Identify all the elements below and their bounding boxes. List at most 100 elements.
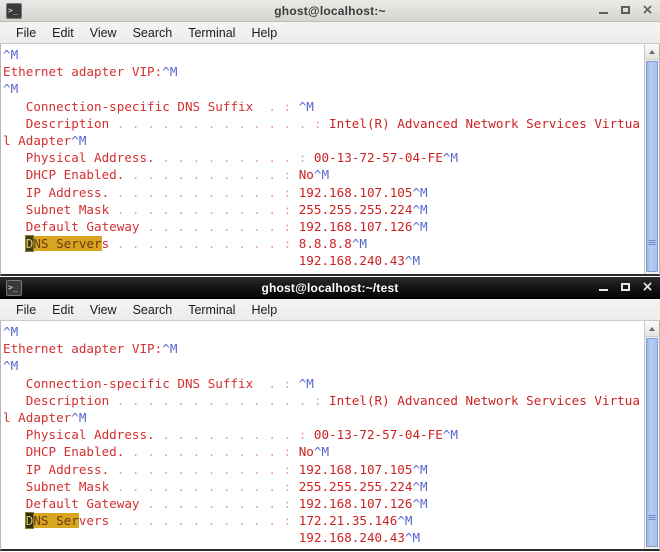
leader-dots: . :: [268, 98, 299, 114]
menubar: File Edit View Search Terminal Help: [0, 22, 660, 44]
terminal-text: Default Gateway: [3, 495, 148, 511]
scrollbar-thumb[interactable]: [646, 61, 658, 272]
terminal-line: Description . . . . . . . . . . . . . : …: [3, 392, 644, 409]
vertical-scrollbar[interactable]: [644, 321, 659, 549]
scroll-up-arrow-icon[interactable]: [645, 44, 659, 60]
field-value: 00-13-72-57-04-FE: [313, 150, 443, 166]
leader-dots: . . . . . . . . . . . . . :: [116, 392, 330, 408]
menu-item-terminal[interactable]: Terminal: [180, 25, 243, 41]
control-char: ^M: [397, 513, 413, 529]
field-value: 255.255.255.224: [298, 201, 413, 217]
close-button[interactable]: ×: [641, 3, 654, 17]
terminal-icon[interactable]: [6, 2, 22, 19]
field-value: No: [298, 167, 314, 183]
terminal-text: Physical Address.: [3, 150, 155, 166]
terminal-text: IP Address.: [3, 184, 110, 200]
terminal-line: DHCP Enabled. . . . . . . . . . . : No^M: [3, 166, 644, 183]
field-value: 192.168.107.126: [298, 495, 413, 511]
terminal-text: Ethernet adapter VIP:: [3, 341, 163, 357]
window-title: ghost@localhost:~/test: [261, 280, 399, 295]
field-value: 192.168.107.105: [298, 184, 413, 200]
field-value: 00-13-72-57-04-FE: [313, 427, 443, 443]
terminal-text: IP Address.: [3, 461, 110, 477]
terminal-line: l Adapter^M: [3, 132, 644, 149]
control-char: ^M: [162, 341, 178, 357]
terminal-line: l Adapter^M: [3, 409, 644, 426]
terminal-line: ^M: [3, 323, 644, 340]
leader-dots: . . . . . . . . . . . :: [116, 201, 299, 217]
close-button[interactable]: ×: [641, 280, 654, 294]
desktop: ghost@localhost:~×FileEditViewSearchTerm…: [0, 0, 660, 552]
menu-item-edit[interactable]: Edit: [44, 302, 82, 318]
terminal-line: Default Gateway . . . . . . . . . : 192.…: [3, 495, 644, 512]
minimize-button[interactable]: [597, 281, 610, 294]
control-char: ^M: [162, 64, 178, 80]
terminal-text: Connection-specific DNS Suffix: [3, 375, 269, 391]
leader-dots: . . . . . . . . . :: [154, 150, 314, 166]
terminal-line: DNS Servers . . . . . . . . . . . : 8.8.…: [3, 235, 644, 253]
terminal-line: Subnet Mask . . . . . . . . . . . : 255.…: [3, 201, 644, 218]
terminal-line: Subnet Mask . . . . . . . . . . . : 255.…: [3, 478, 644, 495]
leader-dots: . :: [268, 375, 299, 391]
control-char: ^M: [412, 478, 428, 494]
terminal-text: Description: [3, 392, 117, 408]
control-char: ^M: [412, 495, 428, 511]
terminal-line: IP Address. . . . . . . . . . . . : 192.…: [3, 184, 644, 201]
menu-item-view[interactable]: View: [82, 302, 125, 318]
control-char: ^M: [412, 201, 428, 217]
control-char: ^M: [298, 98, 314, 114]
control-char: ^M: [404, 253, 421, 269]
leader-dots: . . . . . . . . . . . :: [109, 184, 299, 200]
scrollbar-grip-icon: [648, 515, 656, 520]
control-char: ^M: [412, 184, 428, 200]
maximize-button[interactable]: [619, 281, 632, 294]
terminal-text: Default Gateway: [3, 218, 148, 234]
minimize-button[interactable]: [597, 4, 610, 17]
titlebar[interactable]: ghost@localhost:~ ×: [0, 0, 660, 22]
terminal-text: Subnet Mask: [3, 201, 117, 217]
terminal-body: ^M Ethernet adapter VIP:^M ^M Connection-s…: [0, 44, 660, 276]
terminal-body: ^M Ethernet adapter VIP:^M ^M Connection-s…: [0, 321, 660, 551]
control-char: ^M: [351, 236, 367, 252]
control-char: ^M: [3, 358, 19, 374]
maximize-button[interactable]: [619, 4, 632, 17]
scroll-up-arrow-icon[interactable]: [645, 321, 659, 337]
field-value: 192.168.107.126: [298, 218, 413, 234]
selection-highlight: NS Server: [33, 236, 102, 252]
menu-item-search[interactable]: Search: [125, 302, 181, 318]
control-char: ^M: [71, 409, 87, 425]
menu-item-help[interactable]: Help: [243, 302, 285, 318]
terminal-line: Physical Address. . . . . . . . . . : 00…: [3, 426, 644, 443]
menu-item-terminal[interactable]: Terminal: [180, 302, 243, 318]
leader-dots: . . . . . . . . . . . . . :: [116, 115, 330, 131]
control-char: ^M: [442, 427, 458, 443]
menu-item-file[interactable]: File: [8, 302, 44, 318]
leader-dots: . . . . . . . . . :: [147, 495, 299, 511]
control-char: ^M: [412, 461, 428, 477]
terminal-screen[interactable]: ^M Ethernet adapter VIP:^M ^M Connection-s…: [1, 44, 644, 274]
window-controls: ×: [597, 280, 654, 294]
terminal-text: Subnet Mask: [3, 478, 117, 494]
terminal-window-1[interactable]: ghost@localhost:~ × FileEditViewSearchTerm…: [0, 0, 660, 277]
terminal-line: DHCP Enabled. . . . . . . . . . . : No^M: [3, 443, 644, 460]
menu-item-file[interactable]: File: [8, 25, 44, 41]
terminal-screen[interactable]: ^M Ethernet adapter VIP:^M ^M Connection-s…: [1, 321, 644, 549]
menu-item-search[interactable]: Search: [125, 25, 181, 41]
terminal-text: Description: [3, 115, 117, 131]
terminal-icon[interactable]: [6, 279, 22, 296]
leader-dots: . . . . . . . . . . . :: [116, 236, 299, 252]
scrollbar-thumb[interactable]: [646, 338, 658, 547]
terminal-line: ^M: [3, 357, 644, 374]
terminal-line: Physical Address. . . . . . . . . . : 00…: [3, 149, 644, 166]
terminal-window-2[interactable]: ghost@localhost:~/test × FileEditViewSearc…: [0, 277, 660, 552]
control-char: ^M: [3, 81, 19, 97]
menu-item-edit[interactable]: Edit: [44, 25, 82, 41]
vertical-scrollbar[interactable]: [644, 44, 659, 274]
menu-item-view[interactable]: View: [82, 25, 125, 41]
menu-item-help[interactable]: Help: [243, 25, 285, 41]
leader-dots: . . . . . . . . . :: [154, 427, 314, 443]
titlebar[interactable]: ghost@localhost:~/test ×: [0, 277, 660, 299]
terminal-text: s: [101, 236, 117, 252]
